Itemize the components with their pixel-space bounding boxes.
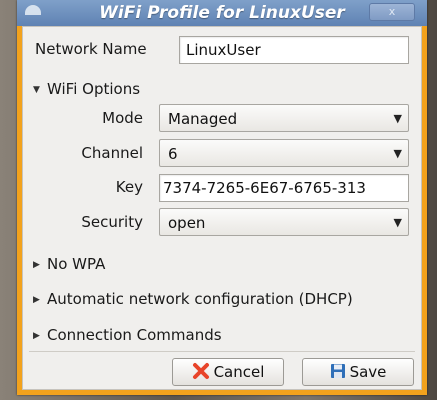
close-icon: x [388,5,396,18]
connection-commands-expander[interactable]: ▶ Connection Commands [33,325,222,346]
no-wpa-label: No WPA [47,255,106,273]
chevron-down-icon: ▼ [393,112,402,125]
key-input[interactable]: 7374-7265-6E67-6765-313 [159,174,409,202]
triangle-right-icon: ▶ [33,330,40,341]
security-label: Security [81,213,143,231]
triangle-right-icon: ▶ [33,259,40,270]
triangle-right-icon: ▶ [33,294,40,305]
network-name-label: Network Name [35,40,147,58]
security-select[interactable]: open ▼ [159,208,409,236]
chevron-down-icon: ▼ [393,216,402,229]
cancel-label: Cancel [213,363,265,381]
network-name-input[interactable]: LinuxUser [179,36,409,64]
wifi-profile-dialog: WiFi Profile for LinuxUser x Network Nam… [17,0,427,395]
channel-label: Channel [81,144,143,162]
cancel-x-icon [192,362,209,379]
dhcp-label: Automatic network configuration (DHCP) [47,290,353,308]
save-button[interactable]: Save [302,358,414,386]
key-label: Key [115,178,143,196]
mode-label: Mode [102,109,143,127]
channel-select[interactable]: 6 ▼ [159,139,409,167]
chevron-down-icon: ▼ [393,147,402,160]
channel-value: 6 [168,145,178,163]
mode-value: Managed [168,110,238,128]
dhcp-expander[interactable]: ▶ Automatic network configuration (DHCP) [33,289,353,310]
wifi-options-expander[interactable]: ▼ WiFi Options [33,79,140,100]
cancel-button[interactable]: Cancel [172,358,284,386]
mode-select[interactable]: Managed ▼ [159,104,409,132]
security-value: open [168,214,206,232]
title-bar[interactable]: WiFi Profile for LinuxUser x [17,0,427,26]
save-label: Save [349,363,387,381]
connection-commands-label: Connection Commands [47,326,222,344]
window-title: WiFi Profile for LinuxUser [99,3,345,23]
dialog-body: Network Name LinuxUser ▼ WiFi Options Mod… [22,26,422,390]
close-button[interactable]: x [369,3,415,21]
no-wpa-expander[interactable]: ▶ No WPA [33,254,105,275]
triangle-down-icon: ▼ [33,84,40,95]
floppy-disk-icon [330,363,345,378]
wifi-options-label: WiFi Options [47,80,141,98]
divider [29,351,415,352]
